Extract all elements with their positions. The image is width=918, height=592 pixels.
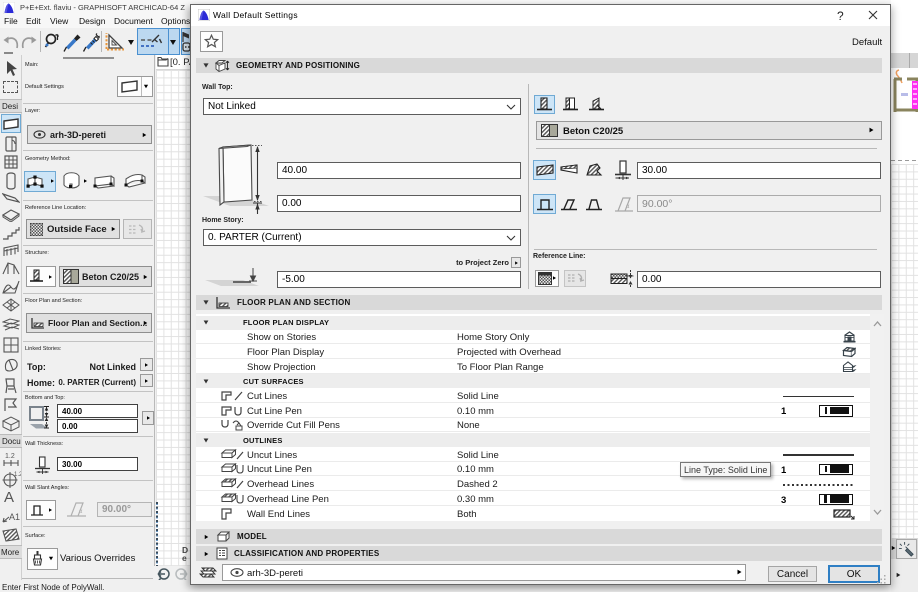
svg-text:α: α <box>79 509 83 515</box>
svg-text:1.2: 1.2 <box>5 453 15 460</box>
svg-text:A1: A1 <box>9 512 20 522</box>
svg-text:1.2: 1.2 <box>14 472 21 478</box>
svg-text:α: α <box>626 204 630 210</box>
